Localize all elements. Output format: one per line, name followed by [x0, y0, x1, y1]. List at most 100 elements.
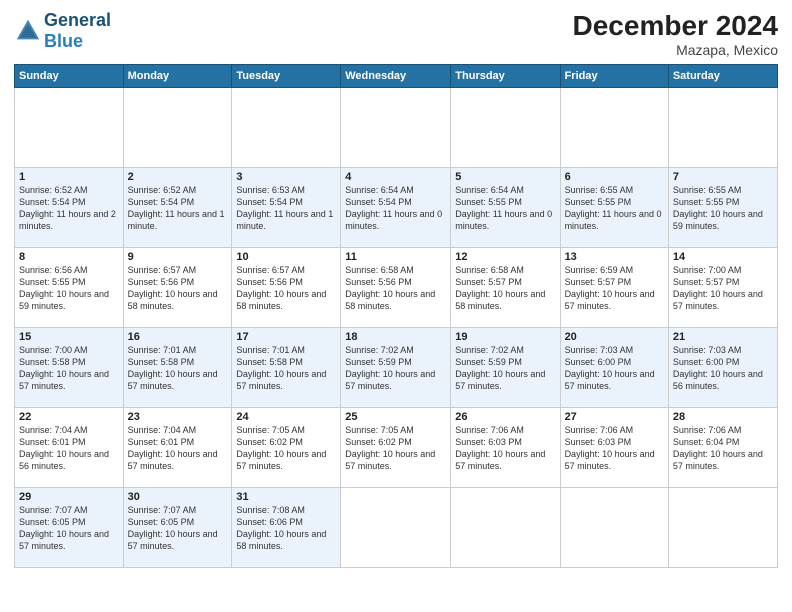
calendar-cell: 12 Sunrise: 6:58 AM Sunset: 5:57 PM Dayl… — [451, 248, 560, 328]
sunset-label: Sunset: 5:55 PM — [673, 197, 740, 207]
day-info: Sunrise: 6:52 AM Sunset: 5:54 PM Dayligh… — [19, 184, 119, 233]
header: General Blue December 2024 Mazapa, Mexic… — [14, 10, 778, 58]
sunset-label: Sunset: 5:55 PM — [455, 197, 522, 207]
daylight-label: Daylight: 11 hours and 1 minute. — [236, 209, 333, 231]
calendar-cell: 24 Sunrise: 7:05 AM Sunset: 6:02 PM Dayl… — [232, 408, 341, 488]
sunrise-label: Sunrise: 7:01 AM — [128, 345, 197, 355]
calendar-cell: 25 Sunrise: 7:05 AM Sunset: 6:02 PM Dayl… — [341, 408, 451, 488]
sunrise-label: Sunrise: 7:00 AM — [19, 345, 88, 355]
day-info: Sunrise: 6:52 AM Sunset: 5:54 PM Dayligh… — [128, 184, 228, 233]
daylight-label: Daylight: 11 hours and 0 minutes. — [455, 209, 552, 231]
daylight-label: Daylight: 11 hours and 0 minutes. — [565, 209, 662, 231]
day-info: Sunrise: 7:06 AM Sunset: 6:03 PM Dayligh… — [565, 424, 664, 473]
sunset-label: Sunset: 5:54 PM — [19, 197, 86, 207]
sunrise-label: Sunrise: 6:52 AM — [19, 185, 88, 195]
calendar-cell: 5 Sunrise: 6:54 AM Sunset: 5:55 PM Dayli… — [451, 168, 560, 248]
logo: General Blue — [14, 10, 111, 52]
daylight-label: Daylight: 10 hours and 59 minutes. — [673, 209, 763, 231]
sunset-label: Sunset: 5:57 PM — [455, 277, 522, 287]
sunrise-label: Sunrise: 7:03 AM — [673, 345, 742, 355]
calendar-cell: 10 Sunrise: 6:57 AM Sunset: 5:56 PM Dayl… — [232, 248, 341, 328]
calendar-cell — [341, 488, 451, 568]
day-number: 12 — [455, 251, 555, 263]
daylight-label: Daylight: 10 hours and 57 minutes. — [565, 369, 655, 391]
day-info: Sunrise: 7:00 AM Sunset: 5:57 PM Dayligh… — [673, 264, 773, 313]
calendar-cell — [341, 88, 451, 168]
day-info: Sunrise: 7:02 AM Sunset: 5:59 PM Dayligh… — [345, 344, 446, 393]
day-number: 22 — [19, 411, 119, 423]
logo-blue-text: Blue — [44, 31, 83, 51]
sunrise-label: Sunrise: 7:05 AM — [236, 425, 305, 435]
daylight-label: Daylight: 10 hours and 57 minutes. — [128, 369, 218, 391]
day-info: Sunrise: 7:04 AM Sunset: 6:01 PM Dayligh… — [19, 424, 119, 473]
day-info: Sunrise: 7:05 AM Sunset: 6:02 PM Dayligh… — [236, 424, 336, 473]
daylight-label: Daylight: 10 hours and 57 minutes. — [345, 369, 435, 391]
sunrise-label: Sunrise: 6:55 AM — [673, 185, 742, 195]
calendar-cell: 11 Sunrise: 6:58 AM Sunset: 5:56 PM Dayl… — [341, 248, 451, 328]
sunset-label: Sunset: 5:54 PM — [345, 197, 412, 207]
sunrise-label: Sunrise: 7:07 AM — [19, 505, 88, 515]
sunset-label: Sunset: 6:01 PM — [19, 437, 86, 447]
daylight-label: Daylight: 10 hours and 57 minutes. — [236, 369, 326, 391]
daylight-label: Daylight: 10 hours and 57 minutes. — [565, 289, 655, 311]
sunset-label: Sunset: 5:57 PM — [673, 277, 740, 287]
sunset-label: Sunset: 6:00 PM — [565, 357, 632, 367]
sunset-label: Sunset: 5:54 PM — [236, 197, 303, 207]
logo-icon — [14, 17, 42, 45]
calendar-week-0 — [15, 88, 778, 168]
daylight-label: Daylight: 10 hours and 58 minutes. — [128, 289, 218, 311]
day-info: Sunrise: 6:57 AM Sunset: 5:56 PM Dayligh… — [236, 264, 336, 313]
title-block: December 2024 Mazapa, Mexico — [573, 10, 778, 58]
day-number: 21 — [673, 331, 773, 343]
day-number: 25 — [345, 411, 446, 423]
sunrise-label: Sunrise: 6:59 AM — [565, 265, 634, 275]
sunset-label: Sunset: 6:05 PM — [19, 517, 86, 527]
col-wednesday: Wednesday — [341, 65, 451, 88]
calendar-week-2: 8 Sunrise: 6:56 AM Sunset: 5:55 PM Dayli… — [15, 248, 778, 328]
day-number: 24 — [236, 411, 336, 423]
sunset-label: Sunset: 5:58 PM — [128, 357, 195, 367]
day-info: Sunrise: 6:55 AM Sunset: 5:55 PM Dayligh… — [565, 184, 664, 233]
daylight-label: Daylight: 10 hours and 57 minutes. — [236, 449, 326, 471]
day-number: 11 — [345, 251, 446, 263]
calendar-cell — [15, 88, 124, 168]
sunrise-label: Sunrise: 6:53 AM — [236, 185, 305, 195]
daylight-label: Daylight: 10 hours and 57 minutes. — [455, 449, 545, 471]
day-info: Sunrise: 6:56 AM Sunset: 5:55 PM Dayligh… — [19, 264, 119, 313]
day-info: Sunrise: 6:58 AM Sunset: 5:57 PM Dayligh… — [455, 264, 555, 313]
daylight-label: Daylight: 10 hours and 58 minutes. — [236, 289, 326, 311]
sunset-label: Sunset: 5:58 PM — [236, 357, 303, 367]
calendar-cell — [232, 88, 341, 168]
calendar-cell: 6 Sunrise: 6:55 AM Sunset: 5:55 PM Dayli… — [560, 168, 668, 248]
day-info: Sunrise: 6:58 AM Sunset: 5:56 PM Dayligh… — [345, 264, 446, 313]
daylight-label: Daylight: 10 hours and 57 minutes. — [19, 369, 109, 391]
calendar-cell: 19 Sunrise: 7:02 AM Sunset: 5:59 PM Dayl… — [451, 328, 560, 408]
daylight-label: Daylight: 10 hours and 59 minutes. — [19, 289, 109, 311]
sunset-label: Sunset: 6:05 PM — [128, 517, 195, 527]
sunset-label: Sunset: 5:54 PM — [128, 197, 195, 207]
daylight-label: Daylight: 10 hours and 58 minutes. — [455, 289, 545, 311]
col-friday: Friday — [560, 65, 668, 88]
daylight-label: Daylight: 10 hours and 57 minutes. — [565, 449, 655, 471]
daylight-label: Daylight: 10 hours and 57 minutes. — [455, 369, 545, 391]
day-number: 16 — [128, 331, 228, 343]
sunset-label: Sunset: 5:56 PM — [345, 277, 412, 287]
calendar-cell: 15 Sunrise: 7:00 AM Sunset: 5:58 PM Dayl… — [15, 328, 124, 408]
day-info: Sunrise: 7:03 AM Sunset: 6:00 PM Dayligh… — [673, 344, 773, 393]
day-info: Sunrise: 7:06 AM Sunset: 6:03 PM Dayligh… — [455, 424, 555, 473]
sunrise-label: Sunrise: 7:08 AM — [236, 505, 305, 515]
day-info: Sunrise: 7:04 AM Sunset: 6:01 PM Dayligh… — [128, 424, 228, 473]
sunset-label: Sunset: 5:59 PM — [345, 357, 412, 367]
daylight-label: Daylight: 11 hours and 2 minutes. — [19, 209, 116, 231]
calendar-cell: 23 Sunrise: 7:04 AM Sunset: 6:01 PM Dayl… — [123, 408, 232, 488]
header-row: Sunday Monday Tuesday Wednesday Thursday… — [15, 65, 778, 88]
day-info: Sunrise: 7:01 AM Sunset: 5:58 PM Dayligh… — [236, 344, 336, 393]
day-info: Sunrise: 7:07 AM Sunset: 6:05 PM Dayligh… — [19, 504, 119, 553]
calendar-cell — [123, 88, 232, 168]
sunrise-label: Sunrise: 7:03 AM — [565, 345, 634, 355]
sunset-label: Sunset: 5:56 PM — [128, 277, 195, 287]
sunrise-label: Sunrise: 7:00 AM — [673, 265, 742, 275]
sunset-label: Sunset: 5:59 PM — [455, 357, 522, 367]
daylight-label: Daylight: 10 hours and 56 minutes. — [673, 369, 763, 391]
day-number: 26 — [455, 411, 555, 423]
